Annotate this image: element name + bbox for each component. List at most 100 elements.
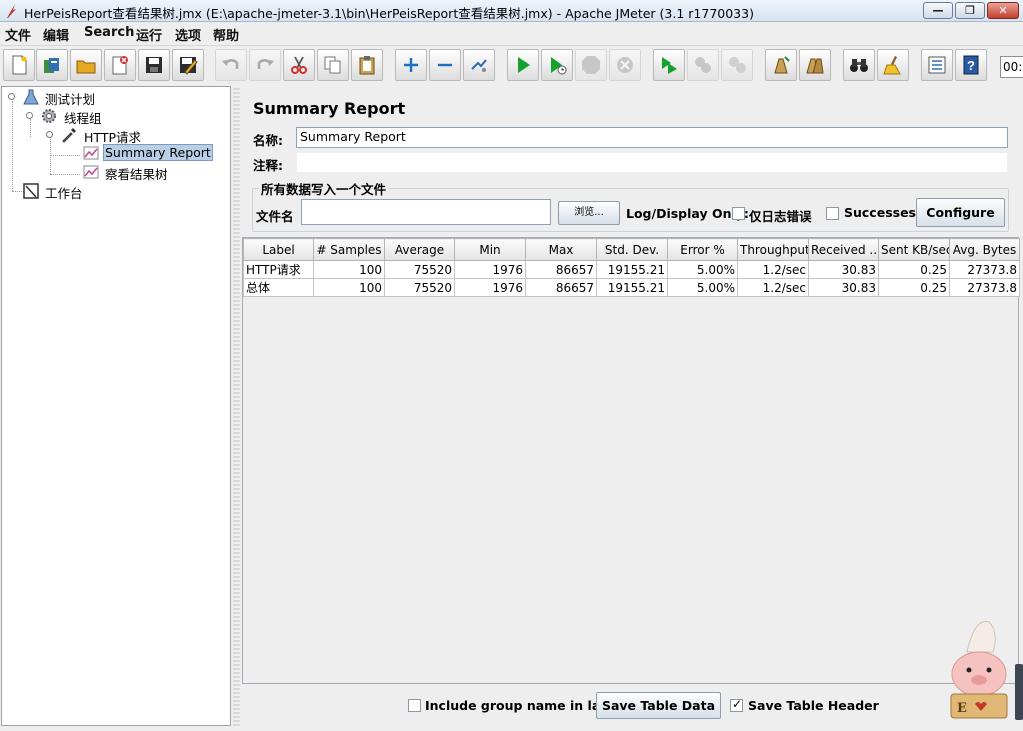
browse-button[interactable]: 浏览... — [558, 201, 620, 225]
name-label: 名称: — [253, 133, 283, 148]
column-header[interactable]: Throughput — [737, 238, 809, 261]
table-row[interactable]: 总体 100 75520 1976 86657 19155.21 5.00% 1… — [243, 278, 1020, 297]
table-cell: 1976 — [454, 278, 526, 297]
elapsed-time-field: 00: — [1000, 56, 1023, 78]
stop-button[interactable] — [575, 49, 607, 81]
pipette-icon — [62, 128, 76, 143]
tree-expand-handle[interactable] — [8, 93, 15, 100]
errors-only-label: 仅日志错误 — [749, 209, 812, 224]
svg-text:?: ? — [967, 58, 975, 73]
results-table-area: Label # Samples Average Min Max Std. Dev… — [242, 237, 1020, 684]
split-pane-divider[interactable] — [233, 86, 240, 726]
toggle-button[interactable] — [463, 49, 495, 81]
start-no-timers-button[interactable] — [541, 49, 573, 81]
filename-label: 文件名 — [256, 209, 294, 224]
minimize-button[interactable]: — — [923, 2, 953, 19]
redo-button[interactable] — [249, 49, 281, 81]
column-header[interactable]: Avg. Bytes — [949, 238, 1020, 261]
column-header[interactable]: Min — [454, 238, 526, 261]
clear-all-icon — [806, 58, 824, 74]
close-icon: ✕ — [998, 4, 1008, 17]
save-as-button[interactable] — [172, 49, 204, 81]
workbench-icon — [23, 183, 39, 199]
column-header[interactable]: Average — [384, 238, 455, 261]
table-cell: HTTP请求 — [243, 260, 314, 279]
menu-file[interactable]: 文件 — [5, 25, 31, 44]
function-helper-button[interactable] — [921, 49, 953, 81]
column-header[interactable]: Max — [525, 238, 597, 261]
shutdown-icon — [617, 57, 633, 73]
remote-shutdown-button[interactable] — [721, 49, 753, 81]
open-icon — [76, 60, 96, 74]
configure-button[interactable]: Configure — [916, 198, 1005, 227]
column-header[interactable]: Sent KB/sec — [878, 238, 950, 261]
comment-input[interactable] — [296, 152, 1008, 173]
clear-icon — [774, 56, 790, 74]
copy-icon — [324, 56, 341, 74]
filename-input[interactable] — [301, 199, 551, 225]
remote-shutdown-icon — [729, 57, 746, 73]
expand-all-button[interactable] — [395, 49, 427, 81]
table-cell: 1.2/sec — [737, 260, 809, 279]
close-file-button[interactable] — [104, 49, 136, 81]
save-table-data-button[interactable]: Save Table Data — [596, 692, 721, 719]
menu-run[interactable]: 运行 — [136, 25, 162, 44]
help-icon: ? — [963, 55, 979, 75]
save-button[interactable] — [138, 49, 170, 81]
remote-stop-button[interactable] — [687, 49, 719, 81]
table-cell: 5.00% — [667, 260, 738, 279]
clear-all-button[interactable] — [799, 49, 831, 81]
column-header[interactable]: Std. Dev. — [596, 238, 668, 261]
restore-icon: ❐ — [965, 4, 975, 17]
test-plan-icon — [23, 89, 39, 105]
remote-stop-icon — [695, 57, 711, 73]
table-cell: 75520 — [384, 278, 455, 297]
chart-icon — [83, 165, 99, 179]
errors-only-checkbox[interactable] — [732, 207, 745, 220]
collapse-all-button[interactable] — [429, 49, 461, 81]
clear-button[interactable] — [765, 49, 797, 81]
table-footer-bar: Include group name in label? Save Table … — [241, 685, 1021, 726]
broom-icon — [883, 56, 901, 75]
start-button[interactable] — [507, 49, 539, 81]
summary-report-panel: Summary Report 名称: Summary Report 注释: 所有… — [241, 86, 1021, 726]
undo-button[interactable] — [215, 49, 247, 81]
shutdown-button[interactable] — [609, 49, 641, 81]
minimize-icon: — — [932, 4, 944, 17]
successes-checkbox[interactable] — [826, 207, 839, 220]
column-header[interactable]: # Samples — [313, 238, 385, 261]
column-header[interactable]: Error % — [667, 238, 738, 261]
toolbar: ? 00: — [0, 45, 1023, 85]
close-button[interactable]: ✕ — [987, 2, 1019, 19]
menu-search[interactable]: Search — [84, 25, 134, 40]
new-button[interactable] — [3, 49, 35, 81]
start-icon — [518, 57, 530, 73]
start-no-timers-icon — [551, 57, 567, 75]
desktop-scrollbar — [1015, 664, 1023, 720]
remote-start-button[interactable] — [653, 49, 685, 81]
include-group-name-checkbox[interactable] — [408, 699, 421, 712]
comment-label: 注释: — [253, 158, 283, 173]
reset-search-button[interactable] — [877, 49, 909, 81]
menu-edit[interactable]: 编辑 — [43, 25, 69, 44]
table-row[interactable]: HTTP请求 100 75520 1976 86657 19155.21 5.0… — [243, 260, 1020, 279]
paste-button[interactable] — [351, 49, 383, 81]
search-button[interactable] — [843, 49, 875, 81]
name-input[interactable]: Summary Report — [296, 127, 1008, 148]
column-header[interactable]: Label — [243, 238, 314, 261]
tree-expand-handle[interactable] — [46, 131, 53, 138]
save-table-header-checkbox[interactable] — [730, 697, 743, 712]
column-header[interactable]: Received ... — [808, 238, 879, 261]
toggle-icon — [471, 59, 487, 72]
jmeter-feather-icon — [7, 4, 16, 18]
templates-button[interactable] — [36, 49, 68, 81]
cut-button[interactable] — [283, 49, 315, 81]
help-button[interactable]: ? — [955, 49, 987, 81]
menu-options[interactable]: 选项 — [175, 25, 201, 44]
tree-expand-handle[interactable] — [26, 112, 33, 119]
successes-label: Successes — [844, 205, 916, 220]
maximize-button[interactable]: ❐ — [955, 2, 985, 19]
open-button[interactable] — [70, 49, 102, 81]
menu-help[interactable]: 帮助 — [213, 25, 239, 44]
copy-button[interactable] — [317, 49, 349, 81]
